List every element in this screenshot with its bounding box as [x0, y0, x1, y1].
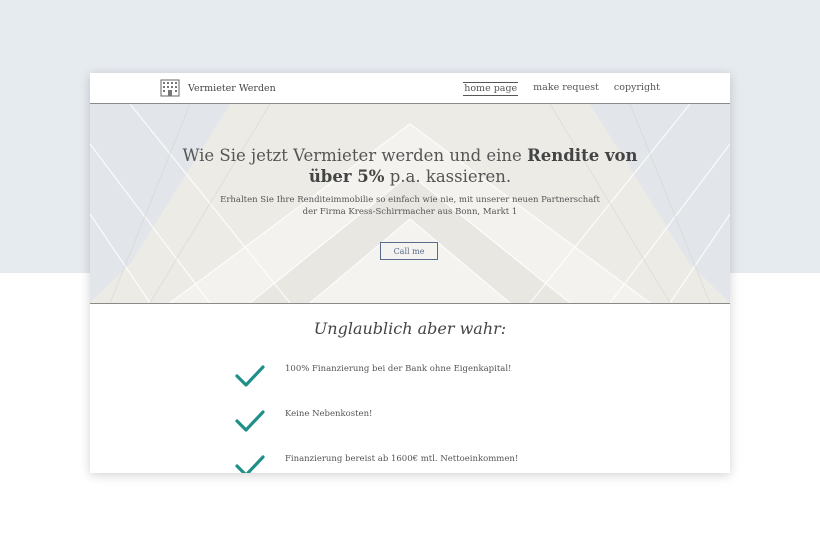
nav-link-copyright[interactable]: copyright: [614, 82, 660, 96]
brand[interactable]: Vermieter Werden: [160, 79, 276, 97]
feature-text: 100% Finanzierung bei der Bank ohne Eige…: [285, 364, 512, 374]
website-window: Vermieter Werden home page make request …: [90, 73, 730, 473]
hero-subtitle-line1: Erhalten Sie Ihre Renditeimmobilie so ei…: [220, 195, 600, 205]
feature-item: 100% Finanzierung bei der Bank ohne Eige…: [234, 364, 654, 394]
nav-link-home[interactable]: home page: [463, 82, 519, 96]
checkmark-icon: [235, 365, 265, 387]
nav-link-request[interactable]: make request: [533, 82, 599, 96]
feature-item: Keine Nebenkosten!: [234, 409, 654, 439]
feature-text: Finanzierung bereist ab 1600€ mtl. Netto…: [285, 454, 519, 464]
navbar: Vermieter Werden home page make request …: [90, 73, 730, 104]
checkmark-icon: [235, 455, 265, 473]
feature-item: Finanzierung bereist ab 1600€ mtl. Netto…: [234, 454, 654, 473]
checkmark-icon: [235, 410, 265, 432]
features-title: Unglaublich aber wahr:: [313, 319, 507, 338]
hero-section: Wie Sie jetzt Vermieter werden und eine …: [90, 104, 730, 304]
brand-name: Vermieter Werden: [188, 82, 276, 94]
nav-links: home page make request copyright: [448, 82, 660, 96]
hero-title-part1: Wie Sie jetzt Vermieter werden und eine: [182, 146, 528, 165]
hero-subtitle-line2: der Firma Kress-Schirrmacher aus Bonn, M…: [302, 207, 518, 217]
hero-title-part2: p.a. kassieren.: [384, 167, 512, 186]
feature-text: Keine Nebenkosten!: [285, 409, 373, 419]
call-me-button[interactable]: Call me: [380, 242, 438, 260]
hero-subtitle: Erhalten Sie Ihre Renditeimmobilie so ei…: [210, 194, 610, 218]
hero-title: Wie Sie jetzt Vermieter werden und eine …: [160, 145, 660, 187]
building-icon: [160, 79, 180, 97]
